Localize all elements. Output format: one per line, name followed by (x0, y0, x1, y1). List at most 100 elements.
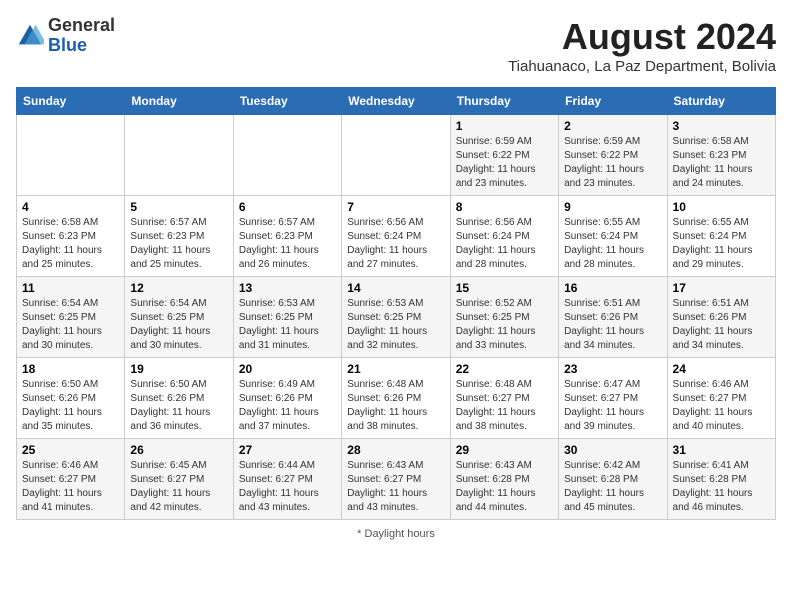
day-info: Sunrise: 6:50 AM Sunset: 6:26 PM Dayligh… (130, 378, 227, 434)
weekday-header-wednesday: Wednesday (342, 88, 450, 115)
day-info: Sunrise: 6:58 AM Sunset: 6:23 PM Dayligh… (673, 135, 770, 191)
calendar-cell (342, 115, 450, 196)
day-info: Sunrise: 6:49 AM Sunset: 6:26 PM Dayligh… (239, 378, 336, 434)
day-info: Sunrise: 6:53 AM Sunset: 6:25 PM Dayligh… (347, 297, 444, 353)
calendar-cell: 4 Sunrise: 6:58 AM Sunset: 6:23 PM Daylig… (17, 196, 125, 277)
day-info: Sunrise: 6:52 AM Sunset: 6:25 PM Dayligh… (456, 297, 553, 353)
calendar-cell: 5Sunrise: 6:57 AM Sunset: 6:23 PM Daylig… (125, 196, 233, 277)
weekday-header-thursday: Thursday (450, 88, 558, 115)
day-number: 8 (456, 200, 553, 214)
day-info: Sunrise: 6:48 AM Sunset: 6:26 PM Dayligh… (347, 378, 444, 434)
location: Tiahuanaco, La Paz Department, Bolivia (508, 58, 776, 75)
calendar-cell: 31 Sunrise: 6:41 AM Sunset: 6:28 PM Dayli… (667, 439, 775, 520)
calendar-cell: 15 Sunrise: 6:52 AM Sunset: 6:25 PM Dayli… (450, 277, 558, 358)
day-number: 15 (456, 281, 553, 295)
day-info: Sunrise: 6:43 AM Sunset: 6:27 PM Dayligh… (347, 459, 444, 515)
calendar-cell: 24 Sunrise: 6:46 AM Sunset: 6:27 PM Dayli… (667, 358, 775, 439)
calendar-cell: 1Sunrise: 6:59 AM Sunset: 6:22 PM Daylig… (450, 115, 558, 196)
weekday-header-sunday: Sunday (17, 88, 125, 115)
day-info: Sunrise: 6:43 AM Sunset: 6:28 PM Dayligh… (456, 459, 553, 515)
day-number: 31 (673, 443, 770, 457)
day-number: 7 (347, 200, 444, 214)
day-info: Sunrise: 6:45 AM Sunset: 6:27 PM Dayligh… (130, 459, 227, 515)
calendar-cell: 13Sunrise: 6:53 AM Sunset: 6:25 PM Dayli… (233, 277, 341, 358)
day-info: Sunrise: 6:58 AM Sunset: 6:23 PM Dayligh… (22, 216, 119, 272)
day-number: 2 (564, 119, 661, 133)
day-info: Sunrise: 6:51 AM Sunset: 6:26 PM Dayligh… (564, 297, 661, 353)
calendar-cell: 2 Sunrise: 6:59 AM Sunset: 6:22 PM Daylig… (559, 115, 667, 196)
calendar-cell: 3 Sunrise: 6:58 AM Sunset: 6:23 PM Daylig… (667, 115, 775, 196)
day-number: 28 (347, 443, 444, 457)
day-info: Sunrise: 6:55 AM Sunset: 6:24 PM Dayligh… (564, 216, 661, 272)
day-number: 17 (673, 281, 770, 295)
calendar-cell (233, 115, 341, 196)
calendar-cell: 11 Sunrise: 6:54 AM Sunset: 6:25 PM Dayli… (17, 277, 125, 358)
day-info: Sunrise: 6:46 AM Sunset: 6:27 PM Dayligh… (673, 378, 770, 434)
day-info: Sunrise: 6:54 AM Sunset: 6:25 PM Dayligh… (22, 297, 119, 353)
day-info: Sunrise: 6:48 AM Sunset: 6:27 PM Dayligh… (456, 378, 553, 434)
calendar-body: 1 Sunrise: 6:59 AM Sunset: 6:22 PM Daylig… (17, 115, 776, 520)
calendar-cell: 18 Sunrise: 6:50 AM Sunset: 6:26 PM Dayli… (17, 358, 125, 439)
calendar-cell: 10Sunrise: 6:55 AM Sunset: 6:24 PM Dayli… (667, 196, 775, 277)
weekday-header-saturday: Saturday (667, 88, 775, 115)
day-number: 22 (456, 362, 553, 376)
calendar-cell: 25Sunrise: 6:46 AM Sunset: 6:27 PM Dayli… (17, 439, 125, 520)
day-info: Sunrise: 6:55 AM Sunset: 6:24 PM Dayligh… (673, 216, 770, 272)
calendar-cell: 26 Sunrise: 6:45 AM Sunset: 6:27 PM Dayli… (125, 439, 233, 520)
day-number: 9 (564, 200, 661, 214)
day-number: 29 (456, 443, 553, 457)
week-row-4: 18 Sunrise: 6:50 AM Sunset: 6:26 PM Dayli… (17, 358, 776, 439)
footer-note: * Daylight hours (16, 528, 776, 540)
day-number: 30 (564, 443, 661, 457)
day-number: 26 (130, 443, 227, 457)
day-info: Sunrise: 6:50 AM Sunset: 6:26 PM Dayligh… (22, 378, 119, 434)
day-number: 18 (22, 362, 119, 376)
day-info: Sunrise: 6:57 AM Sunset: 6:23 PM Dayligh… (130, 216, 227, 272)
day-info: Sunrise: 6:47 AM Sunset: 6:27 PM Dayligh… (564, 378, 661, 434)
day-info: Sunrise: 6:59 AM Sunset: 6:22 PM Dayligh… (564, 135, 661, 191)
calendar-cell: 23 Sunrise: 6:47 AM Sunset: 6:27 PM Dayli… (559, 358, 667, 439)
week-row-5: 25Sunrise: 6:46 AM Sunset: 6:27 PM Dayli… (17, 439, 776, 520)
day-number: 24 (673, 362, 770, 376)
day-info: Sunrise: 6:57 AM Sunset: 6:23 PM Dayligh… (239, 216, 336, 272)
day-number: 21 (347, 362, 444, 376)
day-info: Sunrise: 6:53 AM Sunset: 6:25 PM Dayligh… (239, 297, 336, 353)
day-number: 19 (130, 362, 227, 376)
day-info: Sunrise: 6:56 AM Sunset: 6:24 PM Dayligh… (456, 216, 553, 272)
week-row-2: 4 Sunrise: 6:58 AM Sunset: 6:23 PM Daylig… (17, 196, 776, 277)
day-number: 4 (22, 200, 119, 214)
day-info: Sunrise: 6:51 AM Sunset: 6:26 PM Dayligh… (673, 297, 770, 353)
day-number: 14 (347, 281, 444, 295)
calendar-cell: 30Sunrise: 6:42 AM Sunset: 6:28 PM Dayli… (559, 439, 667, 520)
calendar-cell: 14 Sunrise: 6:53 AM Sunset: 6:25 PM Dayli… (342, 277, 450, 358)
day-number: 3 (673, 119, 770, 133)
calendar-cell: 17 Sunrise: 6:51 AM Sunset: 6:26 PM Dayli… (667, 277, 775, 358)
header: General Blue August 2024 Tiahuanaco, La … (16, 16, 776, 75)
calendar-cell: 9 Sunrise: 6:55 AM Sunset: 6:24 PM Daylig… (559, 196, 667, 277)
calendar-cell: 21 Sunrise: 6:48 AM Sunset: 6:26 PM Dayli… (342, 358, 450, 439)
calendar-cell: 19 Sunrise: 6:50 AM Sunset: 6:26 PM Dayli… (125, 358, 233, 439)
logo-blue-text: Blue (48, 35, 87, 55)
calendar-cell (125, 115, 233, 196)
calendar-table: SundayMondayTuesdayWednesdayThursdayFrid… (16, 87, 776, 520)
title-area: August 2024 Tiahuanaco, La Paz Departmen… (508, 16, 776, 75)
calendar-cell: 20 Sunrise: 6:49 AM Sunset: 6:26 PM Dayli… (233, 358, 341, 439)
weekday-header-tuesday: Tuesday (233, 88, 341, 115)
logo-general-text: General (48, 15, 115, 35)
calendar-cell: 27Sunrise: 6:44 AM Sunset: 6:27 PM Dayli… (233, 439, 341, 520)
calendar-cell (17, 115, 125, 196)
day-info: Sunrise: 6:41 AM Sunset: 6:28 PM Dayligh… (673, 459, 770, 515)
day-info: Sunrise: 6:56 AM Sunset: 6:24 PM Dayligh… (347, 216, 444, 272)
calendar-cell: 22 Sunrise: 6:48 AM Sunset: 6:27 PM Dayli… (450, 358, 558, 439)
day-number: 1 (456, 119, 553, 133)
week-row-3: 11 Sunrise: 6:54 AM Sunset: 6:25 PM Dayli… (17, 277, 776, 358)
day-info: Sunrise: 6:54 AM Sunset: 6:25 PM Dayligh… (130, 297, 227, 353)
day-number: 12 (130, 281, 227, 295)
calendar-cell: 6 Sunrise: 6:57 AM Sunset: 6:23 PM Daylig… (233, 196, 341, 277)
day-number: 23 (564, 362, 661, 376)
day-number: 11 (22, 281, 119, 295)
calendar-cell: 12 Sunrise: 6:54 AM Sunset: 6:25 PM Dayli… (125, 277, 233, 358)
day-number: 20 (239, 362, 336, 376)
week-row-1: 1 Sunrise: 6:59 AM Sunset: 6:22 PM Daylig… (17, 115, 776, 196)
day-number: 6 (239, 200, 336, 214)
